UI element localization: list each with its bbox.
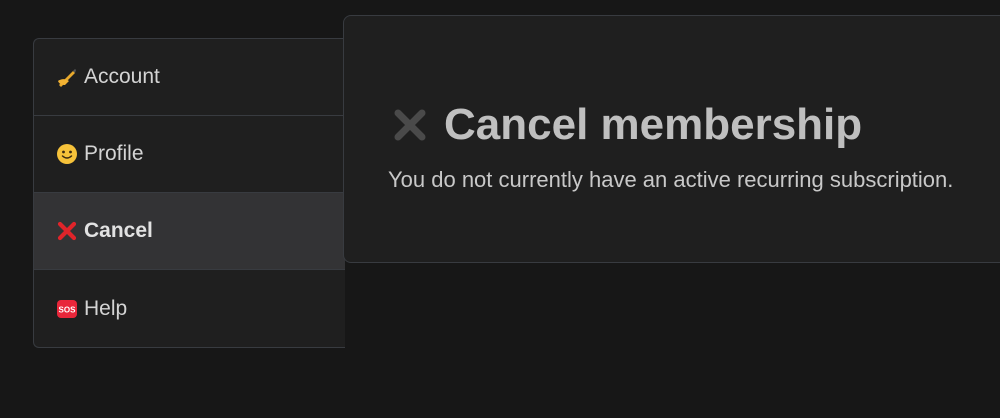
- sidebar-item-label: Cancel: [84, 219, 153, 242]
- sidebar-item-label: Help: [84, 296, 128, 320]
- sidebar-item-cancel[interactable]: Cancel: [34, 193, 345, 270]
- page-title: Cancel membership: [392, 100, 862, 150]
- sidebar-item-label: Profile: [84, 142, 144, 165]
- sos-icon: SOS: [56, 298, 78, 320]
- cancel-membership-panel: Cancel membership You do not currently h…: [343, 15, 1000, 263]
- sidebar-item-label: Account: [84, 65, 160, 88]
- sidebar-item-help[interactable]: SOS Help: [34, 270, 345, 347]
- subscription-status-message: You do not currently have an active recu…: [388, 167, 954, 192]
- settings-sidebar: Account Profile Cancel SOS Help: [33, 38, 345, 348]
- settings-page: Account Profile Cancel SOS Help Cancel m…: [0, 0, 1000, 418]
- writing-hand-icon: [56, 66, 78, 88]
- page-title-text: Cancel membership: [444, 100, 863, 149]
- svg-text:SOS: SOS: [59, 305, 77, 314]
- sidebar-item-profile[interactable]: Profile: [34, 116, 345, 193]
- sidebar-item-account[interactable]: Account: [34, 39, 345, 116]
- smiley-face-icon: [56, 143, 78, 165]
- red-cross-icon: [56, 220, 78, 242]
- cross-icon: [392, 107, 428, 143]
